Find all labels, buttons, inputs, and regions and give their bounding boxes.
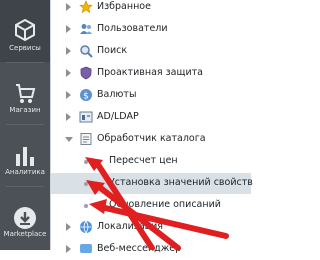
sidebar-item-services[interactable]: Сервисы (0, 0, 50, 62)
tree-item-price-recalc[interactable]: Пересчет цен (51, 151, 251, 172)
expand-arrow-icon[interactable] (66, 91, 71, 99)
web-icon (80, 244, 92, 253)
cube-icon (15, 18, 35, 42)
tree-item-catalog-processor[interactable]: Обработчик каталога (51, 129, 251, 150)
tree-item-label: Проактивная защита (97, 67, 203, 78)
svg-text:$: $ (83, 92, 89, 102)
tree-item-label: Поиск (97, 45, 128, 56)
expand-arrow-icon[interactable] (66, 69, 71, 77)
tree-item-label: Валюты (97, 89, 137, 100)
sidebar-item-label: Магазин (9, 106, 41, 114)
currency-icon: $ (80, 89, 92, 102)
bullet-icon (84, 204, 88, 208)
tree-item-search[interactable]: Поиск (51, 41, 251, 62)
expand-arrow-icon[interactable] (66, 25, 71, 33)
globe-icon (80, 220, 92, 234)
tree-item-label: Веб-мессенджер (97, 243, 182, 254)
tree-item-label: AD/LDAP (97, 111, 139, 122)
tree-item-label: Обновление описаний (109, 199, 221, 210)
tree-item-label: Пользователи (97, 23, 168, 34)
collapse-arrow-icon[interactable] (65, 137, 73, 142)
tree-item-proactive-protection[interactable]: Проактивная защита (51, 63, 251, 84)
catalog-icon (80, 133, 92, 145)
tree-item-label: Обработчик каталога (97, 133, 206, 144)
sidebar-item-label: Marketplace (3, 230, 47, 238)
expand-arrow-icon[interactable] (66, 3, 71, 11)
expand-arrow-icon[interactable] (66, 245, 71, 253)
star-icon (79, 0, 93, 14)
tree-item-update-descriptions[interactable]: Обновление описаний (51, 195, 251, 216)
expand-arrow-icon[interactable] (66, 113, 71, 121)
sidebar-item-analytics[interactable]: Аналитика (0, 124, 50, 186)
tree-item-favorites[interactable]: Избранное (51, 0, 251, 18)
left-sidebar: Сервисы Магазин Аналитика Marketplace (0, 0, 50, 250)
tree-item-label: Пересчет цен (109, 155, 178, 166)
bullet-icon (84, 160, 88, 164)
menu-tree: Избранное Пользователи Поиск Проактивная… (50, 0, 253, 254)
bar-chart-icon (16, 147, 34, 166)
tree-item-localization[interactable]: Локализация (51, 217, 251, 238)
sidebar-item-label: Аналитика (5, 168, 45, 176)
tree-item-label: Избранное (97, 1, 151, 12)
bullet-icon (84, 182, 88, 186)
shield-icon (80, 66, 92, 80)
expand-arrow-icon[interactable] (66, 47, 71, 55)
sidebar-item-label: Сервисы (9, 44, 41, 52)
search-icon (80, 45, 93, 58)
tree-item-label: Установка значений свойств (109, 177, 253, 188)
cloud-download-icon (14, 207, 36, 229)
tree-item-set-property-values[interactable]: Установка значений свойств (51, 173, 253, 194)
tree-item-label: Локализация (97, 221, 163, 232)
ldap-icon (79, 111, 93, 123)
sidebar-item-marketplace[interactable]: Marketplace (0, 186, 50, 248)
tree-item-currencies[interactable]: $ Валюты (51, 85, 251, 106)
expand-arrow-icon[interactable] (66, 223, 71, 231)
users-icon (80, 24, 92, 34)
tree-item-ad-ldap[interactable]: AD/LDAP (51, 107, 251, 128)
cart-icon (16, 84, 36, 103)
tree-item-users[interactable]: Пользователи (51, 19, 251, 40)
sidebar-item-shop[interactable]: Магазин (0, 62, 50, 124)
